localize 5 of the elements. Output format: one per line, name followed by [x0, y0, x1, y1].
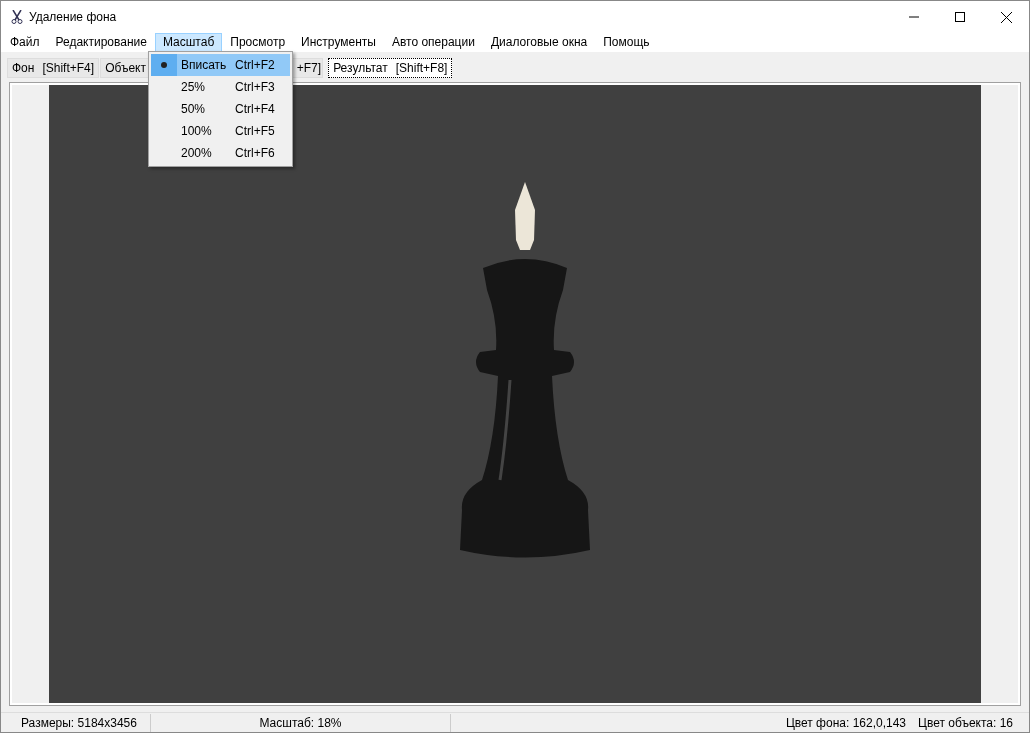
status-zoom: Масштаб: 18%	[151, 713, 451, 732]
status-size: Размеры: 5184x3456	[1, 713, 151, 732]
window-title: Удаление фона	[29, 9, 117, 26]
status-object-color: Цвет объекта: 16	[918, 714, 1014, 732]
status-bg-color: Цвет фона: 162,0,143	[785, 714, 907, 732]
